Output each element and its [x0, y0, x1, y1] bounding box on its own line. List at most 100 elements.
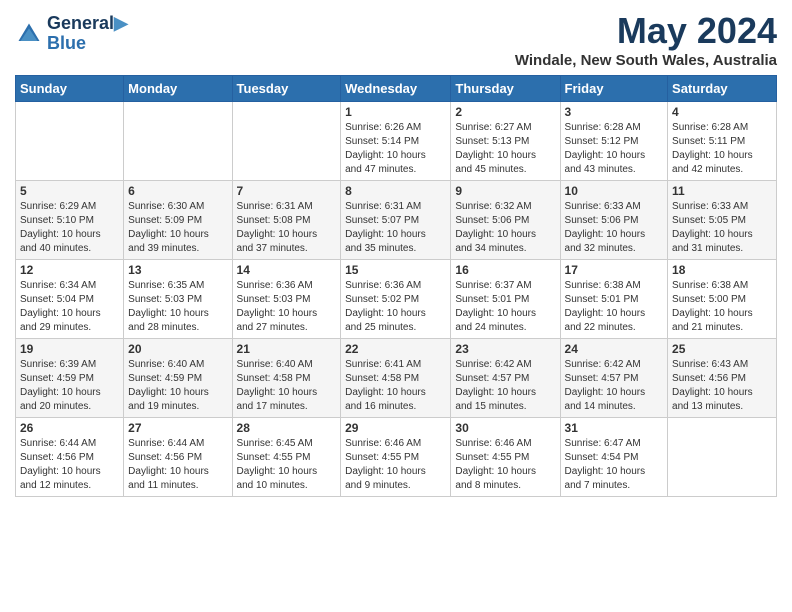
- day-info: Sunrise: 6:33 AM Sunset: 5:05 PM Dayligh…: [672, 200, 772, 256]
- calendar-cell: 29 Sunrise: 6:46 AM Sunset: 4:55 PM Dayli…: [341, 418, 451, 497]
- main-title: May 2024: [515, 10, 777, 52]
- day-number: 14: [237, 263, 337, 277]
- calendar-cell: 28 Sunrise: 6:45 AM Sunset: 4:55 PM Dayli…: [232, 418, 341, 497]
- logo-text: General▶ Blue: [47, 14, 128, 54]
- day-number: 5: [20, 184, 119, 198]
- calendar-cell: 13 Sunrise: 6:35 AM Sunset: 5:03 PM Dayli…: [124, 260, 232, 339]
- day-number: 2: [455, 105, 555, 119]
- page-header: General▶ Blue May 2024 Windale, New Sout…: [15, 10, 777, 69]
- calendar-cell: 3 Sunrise: 6:28 AM Sunset: 5:12 PM Daylig…: [560, 102, 668, 181]
- day-info: Sunrise: 6:36 AM Sunset: 5:02 PM Dayligh…: [345, 279, 446, 335]
- logo: General▶ Blue: [15, 14, 128, 54]
- day-info: Sunrise: 6:46 AM Sunset: 4:55 PM Dayligh…: [345, 437, 446, 493]
- calendar-cell: 21 Sunrise: 6:40 AM Sunset: 4:58 PM Dayli…: [232, 339, 341, 418]
- day-info: Sunrise: 6:36 AM Sunset: 5:03 PM Dayligh…: [237, 279, 337, 335]
- day-number: 24: [565, 342, 664, 356]
- day-info: Sunrise: 6:40 AM Sunset: 4:58 PM Dayligh…: [237, 358, 337, 414]
- day-info: Sunrise: 6:26 AM Sunset: 5:14 PM Dayligh…: [345, 121, 446, 177]
- weekday-header-sunday: Sunday: [16, 76, 124, 102]
- title-block: May 2024 Windale, New South Wales, Austr…: [515, 10, 777, 69]
- day-number: 10: [565, 184, 664, 198]
- calendar-cell: 2 Sunrise: 6:27 AM Sunset: 5:13 PM Daylig…: [451, 102, 560, 181]
- day-number: 4: [672, 105, 772, 119]
- calendar-cell: 1 Sunrise: 6:26 AM Sunset: 5:14 PM Daylig…: [341, 102, 451, 181]
- day-info: Sunrise: 6:38 AM Sunset: 5:01 PM Dayligh…: [565, 279, 664, 335]
- calendar-cell: 12 Sunrise: 6:34 AM Sunset: 5:04 PM Dayli…: [16, 260, 124, 339]
- calendar-cell: 14 Sunrise: 6:36 AM Sunset: 5:03 PM Dayli…: [232, 260, 341, 339]
- calendar-cell: 23 Sunrise: 6:42 AM Sunset: 4:57 PM Dayli…: [451, 339, 560, 418]
- day-info: Sunrise: 6:40 AM Sunset: 4:59 PM Dayligh…: [128, 358, 227, 414]
- day-info: Sunrise: 6:32 AM Sunset: 5:06 PM Dayligh…: [455, 200, 555, 256]
- calendar-cell: 31Sunrise: 6:47 AM Sunset: 4:54 PM Dayli…: [560, 418, 668, 497]
- calendar-cell: 5 Sunrise: 6:29 AM Sunset: 5:10 PM Daylig…: [16, 181, 124, 260]
- week-row-3: 12 Sunrise: 6:34 AM Sunset: 5:04 PM Dayli…: [16, 260, 777, 339]
- day-number: 29: [345, 421, 446, 435]
- day-info: Sunrise: 6:39 AM Sunset: 4:59 PM Dayligh…: [20, 358, 119, 414]
- day-number: 21: [237, 342, 337, 356]
- day-info: Sunrise: 6:42 AM Sunset: 4:57 PM Dayligh…: [455, 358, 555, 414]
- weekday-header-friday: Friday: [560, 76, 668, 102]
- day-info: Sunrise: 6:31 AM Sunset: 5:07 PM Dayligh…: [345, 200, 446, 256]
- day-number: 13: [128, 263, 227, 277]
- day-number: 25: [672, 342, 772, 356]
- calendar-cell: 8Sunrise: 6:31 AM Sunset: 5:07 PM Daylig…: [341, 181, 451, 260]
- day-number: 6: [128, 184, 227, 198]
- calendar-cell: 9 Sunrise: 6:32 AM Sunset: 5:06 PM Daylig…: [451, 181, 560, 260]
- day-info: Sunrise: 6:46 AM Sunset: 4:55 PM Dayligh…: [455, 437, 555, 493]
- day-number: 16: [455, 263, 555, 277]
- week-row-4: 19 Sunrise: 6:39 AM Sunset: 4:59 PM Dayli…: [16, 339, 777, 418]
- day-number: 9: [455, 184, 555, 198]
- calendar-cell: 7Sunrise: 6:31 AM Sunset: 5:08 PM Daylig…: [232, 181, 341, 260]
- calendar-cell: [124, 102, 232, 181]
- day-number: 1: [345, 105, 446, 119]
- day-info: Sunrise: 6:35 AM Sunset: 5:03 PM Dayligh…: [128, 279, 227, 335]
- calendar-cell: 11 Sunrise: 6:33 AM Sunset: 5:05 PM Dayli…: [668, 181, 777, 260]
- day-info: Sunrise: 6:29 AM Sunset: 5:10 PM Dayligh…: [20, 200, 119, 256]
- calendar-cell: 30Sunrise: 6:46 AM Sunset: 4:55 PM Dayli…: [451, 418, 560, 497]
- calendar-cell: 27Sunrise: 6:44 AM Sunset: 4:56 PM Dayli…: [124, 418, 232, 497]
- day-info: Sunrise: 6:44 AM Sunset: 4:56 PM Dayligh…: [20, 437, 119, 493]
- week-row-1: 1 Sunrise: 6:26 AM Sunset: 5:14 PM Daylig…: [16, 102, 777, 181]
- day-number: 26: [20, 421, 119, 435]
- day-info: Sunrise: 6:37 AM Sunset: 5:01 PM Dayligh…: [455, 279, 555, 335]
- subtitle: Windale, New South Wales, Australia: [515, 52, 777, 69]
- day-info: Sunrise: 6:30 AM Sunset: 5:09 PM Dayligh…: [128, 200, 227, 256]
- calendar-cell: 6 Sunrise: 6:30 AM Sunset: 5:09 PM Daylig…: [124, 181, 232, 260]
- day-number: 15: [345, 263, 446, 277]
- day-number: 23: [455, 342, 555, 356]
- calendar-cell: 26 Sunrise: 6:44 AM Sunset: 4:56 PM Dayli…: [16, 418, 124, 497]
- calendar-cell: 17Sunrise: 6:38 AM Sunset: 5:01 PM Dayli…: [560, 260, 668, 339]
- weekday-header-thursday: Thursday: [451, 76, 560, 102]
- calendar-cell: 18 Sunrise: 6:38 AM Sunset: 5:00 PM Dayli…: [668, 260, 777, 339]
- day-number: 18: [672, 263, 772, 277]
- week-row-2: 5 Sunrise: 6:29 AM Sunset: 5:10 PM Daylig…: [16, 181, 777, 260]
- calendar-cell: 22Sunrise: 6:41 AM Sunset: 4:58 PM Dayli…: [341, 339, 451, 418]
- calendar-cell: 16 Sunrise: 6:37 AM Sunset: 5:01 PM Dayli…: [451, 260, 560, 339]
- day-number: 28: [237, 421, 337, 435]
- day-number: 27: [128, 421, 227, 435]
- day-info: Sunrise: 6:38 AM Sunset: 5:00 PM Dayligh…: [672, 279, 772, 335]
- day-info: Sunrise: 6:45 AM Sunset: 4:55 PM Dayligh…: [237, 437, 337, 493]
- calendar-cell: [232, 102, 341, 181]
- weekday-header-wednesday: Wednesday: [341, 76, 451, 102]
- day-number: 31: [565, 421, 664, 435]
- calendar-cell: 19 Sunrise: 6:39 AM Sunset: 4:59 PM Dayli…: [16, 339, 124, 418]
- day-info: Sunrise: 6:28 AM Sunset: 5:11 PM Dayligh…: [672, 121, 772, 177]
- weekday-header-row: SundayMondayTuesdayWednesdayThursdayFrid…: [16, 76, 777, 102]
- calendar-cell: 15 Sunrise: 6:36 AM Sunset: 5:02 PM Dayli…: [341, 260, 451, 339]
- logo-icon: [15, 20, 43, 48]
- day-number: 19: [20, 342, 119, 356]
- calendar-cell: [668, 418, 777, 497]
- day-info: Sunrise: 6:34 AM Sunset: 5:04 PM Dayligh…: [20, 279, 119, 335]
- day-info: Sunrise: 6:31 AM Sunset: 5:08 PM Dayligh…: [237, 200, 337, 256]
- day-number: 20: [128, 342, 227, 356]
- day-number: 3: [565, 105, 664, 119]
- calendar-cell: 10 Sunrise: 6:33 AM Sunset: 5:06 PM Dayli…: [560, 181, 668, 260]
- weekday-header-monday: Monday: [124, 76, 232, 102]
- day-number: 11: [672, 184, 772, 198]
- day-info: Sunrise: 6:33 AM Sunset: 5:06 PM Dayligh…: [565, 200, 664, 256]
- day-info: Sunrise: 6:27 AM Sunset: 5:13 PM Dayligh…: [455, 121, 555, 177]
- day-info: Sunrise: 6:42 AM Sunset: 4:57 PM Dayligh…: [565, 358, 664, 414]
- day-info: Sunrise: 6:28 AM Sunset: 5:12 PM Dayligh…: [565, 121, 664, 177]
- day-number: 12: [20, 263, 119, 277]
